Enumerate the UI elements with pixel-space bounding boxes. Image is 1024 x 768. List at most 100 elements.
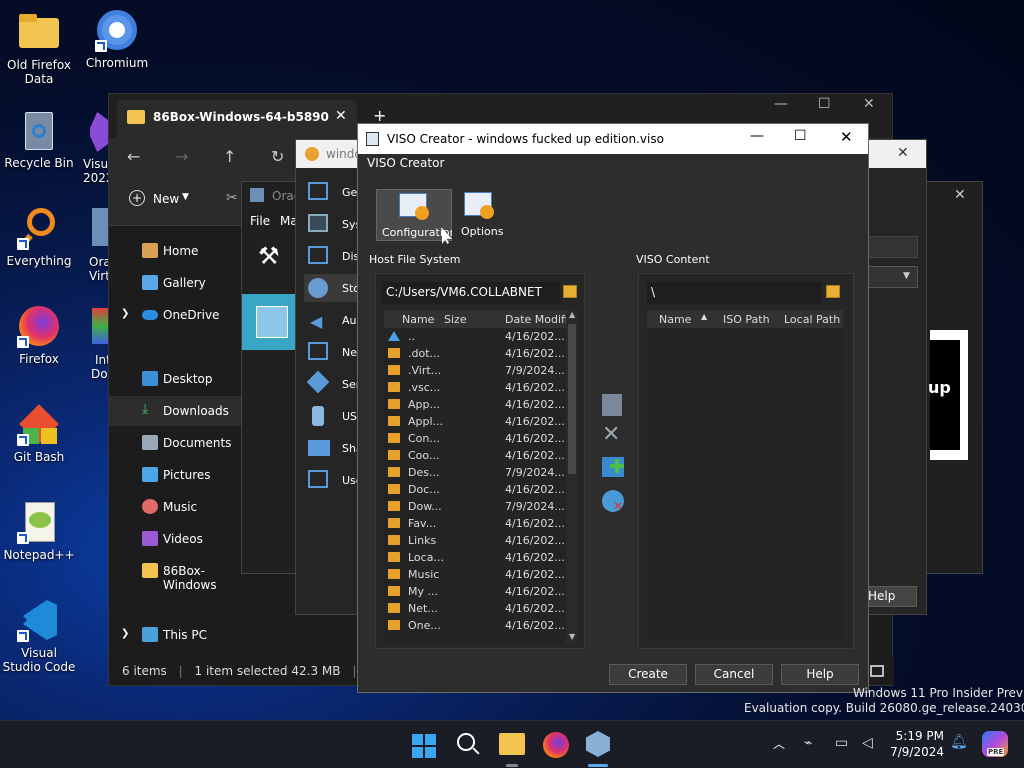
- remove-icon[interactable]: ✕: [602, 424, 624, 446]
- sidebar-item-music[interactable]: Music: [109, 492, 242, 522]
- viso-content-list[interactable]: Name ▲ ISO Path Local Path: [647, 310, 843, 642]
- minimize-icon[interactable]: —: [774, 96, 788, 112]
- settings-item-user-interface[interactable]: Use: [304, 466, 364, 494]
- display-status-icon[interactable]: ▭: [835, 735, 848, 751]
- settings-item-usb[interactable]: USB: [304, 402, 365, 430]
- column-header-size[interactable]: Size: [444, 313, 467, 326]
- file-explorer-taskbar-icon[interactable]: [499, 733, 525, 755]
- table-row[interactable]: Des... 7/9/2024...: [384, 464, 565, 481]
- close-icon[interactable]: ✕: [863, 96, 875, 112]
- cancel-button[interactable]: Cancel: [695, 664, 773, 685]
- sidebar-item-pictures[interactable]: Pictures: [109, 460, 242, 490]
- table-row[interactable]: .Virt... 7/9/2024...: [384, 362, 565, 379]
- settings-item-system[interactable]: Sys: [304, 210, 364, 238]
- table-row[interactable]: Net... 4/16/202...: [384, 600, 565, 617]
- refresh-icon[interactable]: ↻: [271, 147, 284, 166]
- settings-item-network[interactable]: Net: [304, 338, 364, 366]
- help-button[interactable]: Help: [781, 664, 859, 685]
- table-row[interactable]: My ... 4/16/202...: [384, 583, 565, 600]
- close-icon[interactable]: ✕: [840, 128, 853, 146]
- network-status-icon[interactable]: ⌁: [804, 735, 812, 751]
- sidebar-item-documents[interactable]: Documents: [109, 428, 242, 458]
- desktop-icon-chromium[interactable]: Chromium: [79, 8, 155, 70]
- options-button[interactable]: Options: [458, 189, 503, 241]
- table-row[interactable]: Links 4/16/202...: [384, 532, 565, 549]
- firefox-taskbar-icon[interactable]: [543, 732, 569, 758]
- clear-icon[interactable]: ✕: [602, 490, 624, 512]
- clock[interactable]: 5:19 PM 7/9/2024: [888, 728, 944, 760]
- sidebar-item-this-pc[interactable]: ❯ This PC: [109, 620, 242, 650]
- scroll-up-icon[interactable]: ▲: [569, 310, 575, 319]
- desktop-icon-vscode[interactable]: Visual Studio Code: [1, 598, 77, 674]
- settings-item-audio[interactable]: ◀ Aud: [304, 306, 364, 334]
- minimize-icon[interactable]: —: [750, 128, 764, 144]
- desktop-icon-recycle-bin[interactable]: Recycle Bin: [1, 108, 77, 170]
- create-button[interactable]: Create: [609, 664, 687, 685]
- table-row[interactable]: Loca... 4/16/202...: [384, 549, 565, 566]
- table-row[interactable]: One... 4/16/202...: [384, 617, 565, 634]
- sidebar-item-desktop[interactable]: Desktop: [109, 364, 242, 394]
- table-row[interactable]: Doc... 4/16/202...: [384, 481, 565, 498]
- table-row[interactable]: Fav... 4/16/202...: [384, 515, 565, 532]
- back-icon[interactable]: ←: [127, 147, 140, 166]
- settings-item-general[interactable]: Gen: [304, 178, 364, 206]
- settings-item-shared[interactable]: Sha: [304, 434, 364, 462]
- show-hidden-icons[interactable]: ︿: [773, 735, 785, 752]
- settings-item-storage[interactable]: Sto: [304, 274, 364, 302]
- sidebar-item-downloads[interactable]: ⤓ Downloads: [109, 396, 242, 426]
- desktop-icon-visual-studio[interactable]: [90, 112, 108, 152]
- maximize-icon[interactable]: ☐: [794, 128, 807, 144]
- scroll-down-icon[interactable]: ▼: [569, 632, 575, 641]
- table-row[interactable]: App... 4/16/202...: [384, 396, 565, 413]
- explorer-tab[interactable]: 86Box-Windows-64-b5890 ✕: [117, 100, 357, 138]
- close-icon[interactable]: ✕: [897, 145, 909, 161]
- browse-folder-icon[interactable]: [826, 285, 840, 298]
- virtualbox-taskbar-icon[interactable]: [586, 731, 610, 757]
- table-row[interactable]: .. 4/16/202...: [384, 328, 565, 345]
- table-row[interactable]: .vsc... 4/16/202...: [384, 379, 565, 396]
- table-row[interactable]: Con... 4/16/202...: [384, 430, 565, 447]
- viso-creator-dialog[interactable]: VISO Creator - windows fucked up edition…: [357, 123, 869, 693]
- desktop-icon-everything[interactable]: Everything: [1, 206, 77, 268]
- sidebar-item-onedrive[interactable]: ❯ OneDrive: [109, 300, 242, 330]
- sidebar-item-gallery[interactable]: Gallery: [109, 268, 242, 298]
- start-button[interactable]: [412, 734, 436, 758]
- sidebar-item-86box-windows[interactable]: 86Box-Windows: [109, 556, 242, 592]
- volume-icon[interactable]: ◁: [862, 735, 873, 751]
- sidebar-item-videos[interactable]: Videos: [109, 524, 242, 554]
- table-row[interactable]: Dow... 7/9/2024...: [384, 498, 565, 515]
- up-icon[interactable]: ↑: [223, 147, 236, 166]
- desktop-icon-firefox[interactable]: Firefox: [1, 304, 77, 366]
- column-header-date[interactable]: Date Modifie: [505, 313, 575, 326]
- notification-bell-icon[interactable]: 🔔︎: [950, 734, 968, 750]
- scrollbar[interactable]: ▲ ▼: [566, 310, 578, 644]
- desktop-icon-notepad-plus-plus[interactable]: Notepad++: [1, 500, 77, 562]
- column-header-name[interactable]: Name: [402, 313, 434, 326]
- column-header-iso-path[interactable]: ISO Path: [723, 313, 770, 326]
- resize-grip-icon[interactable]: [870, 665, 884, 677]
- app-icon[interactable]: [92, 308, 108, 344]
- settings-item-display[interactable]: Disp: [304, 242, 366, 270]
- desktop-icon-git-bash[interactable]: Git Bash: [1, 402, 77, 464]
- copy-icon[interactable]: [602, 394, 622, 416]
- add-folder-icon[interactable]: [602, 457, 624, 477]
- scroll-thumb[interactable]: [568, 324, 576, 474]
- table-row[interactable]: Music 4/16/202...: [384, 566, 565, 583]
- new-button[interactable]: New: [153, 192, 179, 206]
- column-header-local-path[interactable]: Local Path: [784, 313, 840, 326]
- close-icon[interactable]: ✕: [954, 187, 966, 203]
- host-path-field[interactable]: C:/Users/VM6.COLLABNET: [382, 282, 560, 304]
- forward-icon[interactable]: →: [175, 147, 188, 166]
- tools-icon[interactable]: ⚒: [258, 242, 288, 274]
- maximize-icon[interactable]: ☐: [818, 96, 831, 112]
- close-tab-icon[interactable]: ✕: [335, 108, 347, 124]
- menu-file[interactable]: File: [250, 214, 270, 228]
- configuration-button[interactable]: Configuration: [376, 189, 452, 241]
- sidebar-item-home[interactable]: Home: [109, 236, 242, 266]
- table-row[interactable]: Appl... 4/16/202...: [384, 413, 565, 430]
- virtualbox-icon[interactable]: [92, 208, 108, 246]
- column-header-name[interactable]: Name: [659, 313, 691, 326]
- browse-folder-icon[interactable]: [563, 285, 577, 298]
- table-row[interactable]: Coo... 4/16/202...: [384, 447, 565, 464]
- viso-path-field[interactable]: \: [647, 282, 821, 304]
